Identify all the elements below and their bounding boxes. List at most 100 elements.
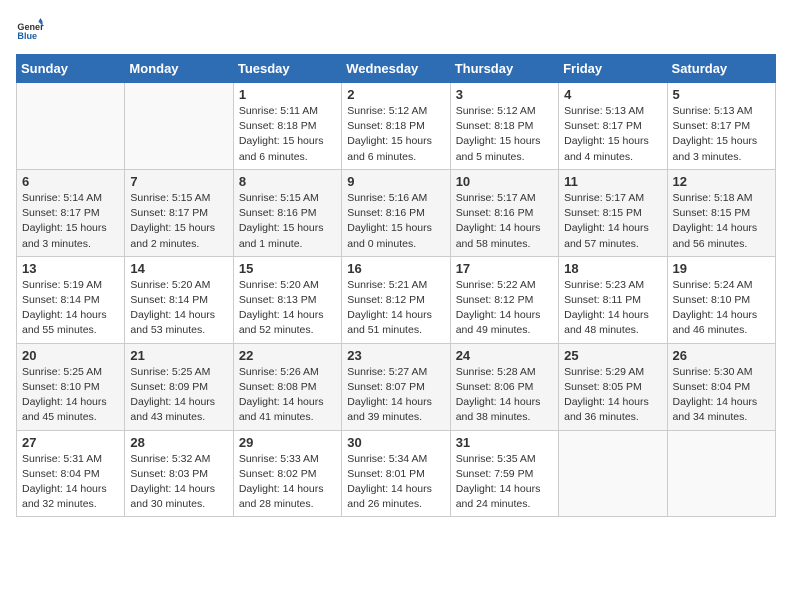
day-info-line: Sunset: 8:10 PM: [22, 381, 100, 393]
day-number: 15: [239, 261, 336, 276]
day-info: Sunrise: 5:15 AMSunset: 8:16 PMDaylight:…: [239, 191, 336, 252]
day-info-line: Daylight: 14 hours and 24 minutes.: [456, 483, 541, 510]
day-cell: 11Sunrise: 5:17 AMSunset: 8:15 PMDayligh…: [559, 169, 667, 256]
day-info: Sunrise: 5:17 AMSunset: 8:15 PMDaylight:…: [564, 191, 661, 252]
day-number: 21: [130, 348, 227, 363]
day-info: Sunrise: 5:30 AM Sunset: 8:04 PM Daylight:…: [673, 365, 770, 426]
day-info-line: Daylight: 14 hours and 32 minutes.: [22, 483, 107, 510]
day-info-line: Sunset: 8:04 PM: [673, 381, 751, 393]
day-info-line: Sunrise: 5:19 AM: [22, 279, 102, 291]
day-info: Sunrise: 5:12 AMSunset: 8:18 PMDaylight:…: [456, 104, 553, 165]
day-info-line: Sunrise: 5:16 AM: [347, 192, 427, 204]
day-info-line: Sunrise: 5:28 AM: [456, 366, 536, 378]
weekday-header-saturday: Saturday: [667, 55, 775, 83]
day-number: 17: [456, 261, 553, 276]
day-number: 26: [673, 348, 770, 363]
day-info-line: Sunrise: 5:30 AM: [673, 366, 753, 378]
day-info-line: Sunset: 8:16 PM: [239, 207, 317, 219]
day-number: 27: [22, 435, 119, 450]
day-cell: 30Sunrise: 5:34 AMSunset: 8:01 PMDayligh…: [342, 430, 450, 517]
day-info-line: Sunrise: 5:14 AM: [22, 192, 102, 204]
day-info-line: Sunset: 8:18 PM: [456, 120, 534, 132]
day-cell: 27 Sunrise: 5:31 AMSunset: 8:04 PMDayligh…: [17, 430, 125, 517]
day-info-line: Sunset: 8:05 PM: [564, 381, 642, 393]
day-info-line: Sunset: 8:08 PM: [239, 381, 317, 393]
day-cell: 17Sunrise: 5:22 AMSunset: 8:12 PMDayligh…: [450, 256, 558, 343]
day-info-line: Sunrise: 5:27 AM: [347, 366, 427, 378]
day-info: Sunrise: 5:32 AMSunset: 8:03 PMDaylight:…: [130, 452, 227, 513]
day-info-line: Daylight: 15 hours and 1 minute.: [239, 222, 324, 249]
day-info-line: Sunrise: 5:18 AM: [673, 192, 753, 204]
day-cell: 16Sunrise: 5:21 AMSunset: 8:12 PMDayligh…: [342, 256, 450, 343]
header: General Blue: [16, 16, 776, 44]
day-info: Sunrise: 5:26 AMSunset: 8:08 PMDaylight:…: [239, 365, 336, 426]
day-info-line: Sunrise: 5:17 AM: [564, 192, 644, 204]
day-number: 3: [456, 87, 553, 102]
day-cell: 19Sunrise: 5:24 AMSunset: 8:10 PMDayligh…: [667, 256, 775, 343]
day-info-line: Sunset: 8:01 PM: [347, 468, 425, 480]
day-cell: 24Sunrise: 5:28 AMSunset: 8:06 PMDayligh…: [450, 343, 558, 430]
day-cell: 7 Sunrise: 5:15 AMSunset: 8:17 PMDaylight…: [125, 169, 233, 256]
day-info-line: Daylight: 15 hours and 3 minutes.: [22, 222, 107, 249]
day-info-line: Sunrise: 5:20 AM: [239, 279, 319, 291]
day-cell: [125, 83, 233, 170]
weekday-header-row: SundayMondayTuesdayWednesdayThursdayFrid…: [17, 55, 776, 83]
day-info-line: Sunrise: 5:11 AM: [239, 105, 318, 117]
day-info-line: Daylight: 14 hours and 49 minutes.: [456, 309, 541, 336]
day-number: 18: [564, 261, 661, 276]
day-info-line: Sunset: 8:12 PM: [347, 294, 425, 306]
day-info: Sunrise: 5:34 AMSunset: 8:01 PMDaylight:…: [347, 452, 444, 513]
day-info-line: Sunset: 8:14 PM: [22, 294, 100, 306]
day-info: Sunrise: 5:15 AMSunset: 8:17 PMDaylight:…: [130, 191, 227, 252]
day-cell: [667, 430, 775, 517]
day-info-line: Sunrise: 5:24 AM: [673, 279, 753, 291]
day-cell: 1Sunrise: 5:11 AMSunset: 8:18 PMDaylight…: [233, 83, 341, 170]
day-info-line: Sunset: 8:16 PM: [347, 207, 425, 219]
day-info: Sunrise: 5:31 AMSunset: 8:04 PMDaylight:…: [22, 452, 119, 513]
day-number: 31: [456, 435, 553, 450]
day-info-line: Sunset: 8:17 PM: [130, 207, 208, 219]
day-info-line: Daylight: 14 hours and 30 minutes.: [130, 483, 215, 510]
day-info-line: Sunset: 8:07 PM: [347, 381, 425, 393]
weekday-header-wednesday: Wednesday: [342, 55, 450, 83]
day-number: 1: [239, 87, 336, 102]
day-info-line: Daylight: 14 hours and 39 minutes.: [347, 396, 432, 423]
day-number: 22: [239, 348, 336, 363]
day-info-line: Daylight: 14 hours and 41 minutes.: [239, 396, 324, 423]
day-cell: 31Sunrise: 5:35 AMSunset: 7:59 PMDayligh…: [450, 430, 558, 517]
day-info: Sunrise: 5:13 AMSunset: 8:17 PMDaylight:…: [564, 104, 661, 165]
day-number: 4: [564, 87, 661, 102]
day-number: 5: [673, 87, 770, 102]
day-info: Sunrise: 5:21 AMSunset: 8:12 PMDaylight:…: [347, 278, 444, 339]
day-cell: 6Sunrise: 5:14 AMSunset: 8:17 PMDaylight…: [17, 169, 125, 256]
day-cell: 5Sunrise: 5:13 AMSunset: 8:17 PMDaylight…: [667, 83, 775, 170]
day-cell: 26 Sunrise: 5:30 AM Sunset: 8:04 PM Dayligh…: [667, 343, 775, 430]
day-info: Sunrise: 5:28 AMSunset: 8:06 PMDaylight:…: [456, 365, 553, 426]
day-info-line: Daylight: 14 hours and 36 minutes.: [564, 396, 649, 423]
weekday-header-tuesday: Tuesday: [233, 55, 341, 83]
day-info-line: Daylight: 14 hours and 52 minutes.: [239, 309, 324, 336]
day-info-line: Daylight: 14 hours and 55 minutes.: [22, 309, 107, 336]
weekday-header-thursday: Thursday: [450, 55, 558, 83]
day-info-line: Daylight: 14 hours and 51 minutes.: [347, 309, 432, 336]
day-info-line: Sunrise: 5:23 AM: [564, 279, 644, 291]
day-info-line: Daylight: 14 hours and 48 minutes.: [564, 309, 649, 336]
day-info-line: Sunset: 8:06 PM: [456, 381, 534, 393]
day-number: 23: [347, 348, 444, 363]
day-info-line: Daylight: 14 hours and 34 minutes.: [673, 396, 758, 423]
day-info-line: Sunset: 8:13 PM: [239, 294, 317, 306]
day-number: 14: [130, 261, 227, 276]
day-number: 6: [22, 174, 119, 189]
svg-text:Blue: Blue: [17, 31, 37, 41]
day-info-line: Sunset: 8:14 PM: [130, 294, 208, 306]
logo: General Blue: [16, 16, 48, 44]
day-number: 20: [22, 348, 119, 363]
day-number: 29: [239, 435, 336, 450]
day-info-line: Sunset: 8:09 PM: [130, 381, 208, 393]
day-info-line: Daylight: 15 hours and 4 minutes.: [564, 135, 649, 162]
day-info-line: Daylight: 14 hours and 46 minutes.: [673, 309, 758, 336]
day-number: 7: [130, 174, 227, 189]
day-cell: 4 Sunrise: 5:13 AMSunset: 8:17 PMDaylight…: [559, 83, 667, 170]
day-info-line: Daylight: 14 hours and 53 minutes.: [130, 309, 215, 336]
day-info: Sunrise: 5:24 AMSunset: 8:10 PMDaylight:…: [673, 278, 770, 339]
